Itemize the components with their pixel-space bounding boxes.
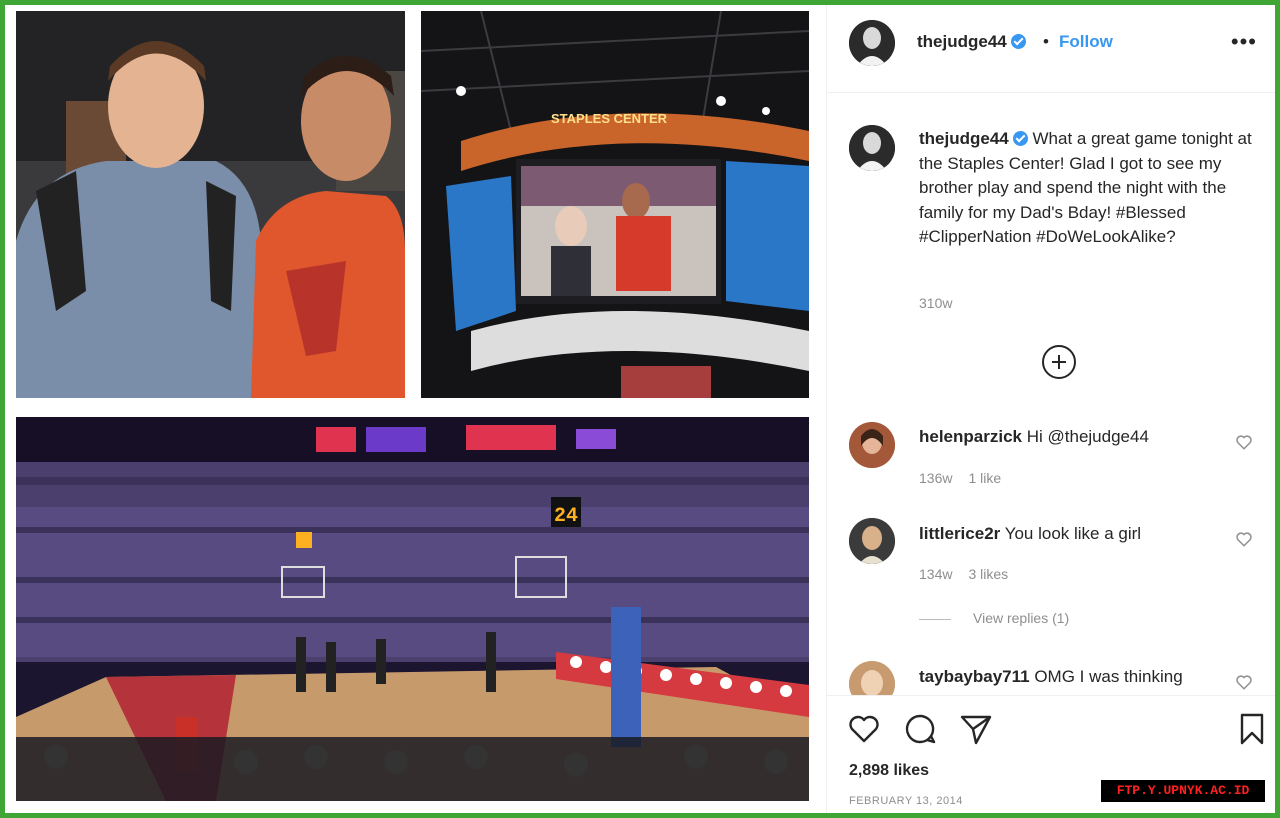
comment-body: OMG I was thinking [1034, 667, 1183, 686]
comment-username[interactable]: littlerice2r [919, 524, 1000, 543]
comment-username[interactable]: taybaybay711 [919, 667, 1030, 686]
caption-avatar[interactable] [849, 125, 895, 171]
comment-text: littlerice2r You look like a girl [919, 524, 1141, 544]
comment-body: Hi @thejudge44 [1026, 427, 1149, 446]
verified-icon [1010, 34, 1026, 49]
heart-icon[interactable] [847, 712, 881, 746]
separator-dot: • [1043, 32, 1049, 51]
heart-icon[interactable] [1235, 530, 1253, 548]
comment-icon[interactable] [903, 712, 937, 746]
comment-time[interactable]: 136w [919, 470, 952, 486]
comment-likes[interactable]: 3 likes [968, 566, 1008, 582]
photo-arena-court: 24 [16, 417, 809, 801]
comment-meta: 134w 3 likes [919, 566, 1024, 582]
caption-timestamp[interactable]: 310w [919, 295, 952, 311]
heart-icon[interactable] [1235, 673, 1253, 691]
comment-text: helenparzick Hi @thejudge44 [919, 427, 1149, 447]
arena-sign-text: STAPLES CENTER [551, 111, 668, 126]
plus-circle-icon[interactable] [1042, 345, 1076, 379]
comment-time[interactable]: 134w [919, 566, 952, 582]
photo-jumbotron: STAPLES CENTER [421, 11, 809, 398]
heart-icon[interactable] [1235, 433, 1253, 451]
view-replies-button[interactable]: View replies (1) [919, 610, 1069, 626]
author-username-text[interactable]: thejudge44 [917, 32, 1007, 51]
watermark: FTP.Y.UPNYK.AC.ID [1101, 780, 1265, 802]
bookmark-icon[interactable] [1235, 712, 1269, 746]
likes-count[interactable]: 2,898 likes [849, 762, 929, 780]
caption-username[interactable]: thejudge44 [919, 129, 1009, 148]
verified-icon [1012, 131, 1028, 146]
post-caption: thejudge44 What a great game tonight at … [919, 127, 1254, 250]
post-details-panel: thejudge44 • Follow ••• thejudge44 What … [826, 5, 1275, 813]
shot-clock-text: 24 [554, 505, 578, 528]
comment-avatar[interactable] [849, 422, 895, 468]
more-icon[interactable]: ••• [1231, 29, 1257, 55]
comment-text: taybaybay711 OMG I was thinking [919, 667, 1183, 687]
comment-username[interactable]: helenparzick [919, 427, 1022, 446]
author-username[interactable]: thejudge44 [917, 32, 1026, 52]
comment-likes[interactable]: 1 like [968, 470, 1001, 486]
comment-meta: 136w 1 like [919, 470, 1017, 486]
post-header: thejudge44 • Follow ••• [827, 5, 1275, 93]
post-image[interactable]: STAPLES CENTER 24 [5, 5, 816, 813]
share-icon[interactable] [959, 712, 993, 746]
view-replies-label[interactable]: View replies (1) [973, 610, 1069, 626]
photo-brothers [16, 11, 405, 398]
author-avatar[interactable] [849, 20, 895, 66]
replies-divider [919, 618, 951, 620]
comment-avatar[interactable] [849, 518, 895, 564]
comment-body: You look like a girl [1004, 524, 1142, 543]
post-date[interactable]: FEBRUARY 13, 2014 [849, 795, 963, 807]
follow-button[interactable]: Follow [1059, 32, 1113, 52]
